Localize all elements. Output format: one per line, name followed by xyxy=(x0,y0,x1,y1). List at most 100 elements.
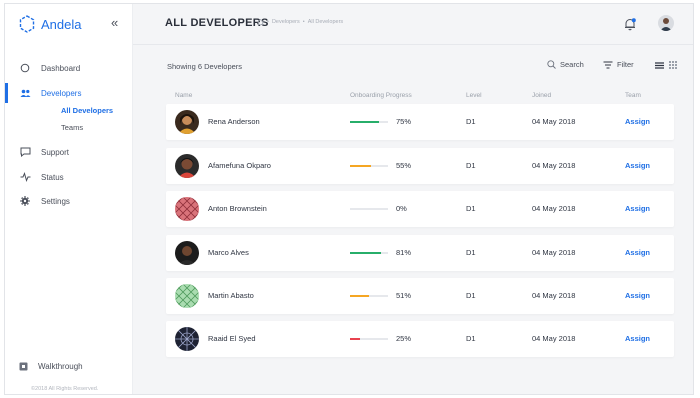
notification-bell-icon[interactable] xyxy=(623,17,637,31)
developer-avatar xyxy=(175,197,199,221)
walkthrough-link[interactable]: Walkthrough xyxy=(5,358,133,374)
sidebar-item-status[interactable]: Status xyxy=(5,167,133,187)
column-header-progress[interactable]: Onboarding Progress xyxy=(350,92,412,99)
walkthrough-icon xyxy=(19,362,28,371)
joined-date: 04 May 2018 xyxy=(532,334,576,343)
progress-percent: 25% xyxy=(396,334,412,343)
joined-date: 04 May 2018 xyxy=(532,291,576,300)
breadcrumb-all-developers[interactable]: All Developers xyxy=(308,19,343,25)
developer-avatar xyxy=(175,327,199,351)
sidebar-item-support[interactable]: Support xyxy=(5,142,133,162)
breadcrumb-separator: • xyxy=(267,19,269,25)
table-row[interactable]: Marco Alves 81% D1 04 May 2018 Assign xyxy=(166,235,674,271)
progress-fill xyxy=(350,121,379,123)
breadcrumb-developers[interactable]: Developers xyxy=(272,19,300,25)
search-icon xyxy=(547,60,556,69)
status-icon xyxy=(19,171,31,183)
column-header-team[interactable]: Team xyxy=(625,92,641,99)
assign-team-link[interactable]: Assign xyxy=(625,291,650,300)
assign-team-link[interactable]: Assign xyxy=(625,204,650,213)
sidebar-item-developers[interactable]: Developers xyxy=(5,83,133,103)
breadcrumb: • Developers • All Developers xyxy=(257,19,343,25)
developer-avatar xyxy=(175,154,199,178)
column-header-joined[interactable]: Joined xyxy=(532,92,551,99)
joined-date: 04 May 2018 xyxy=(532,248,576,257)
sidebar-item-label: Dashboard xyxy=(41,63,81,73)
developer-level: D1 xyxy=(466,117,476,126)
developer-name[interactable]: Rena Anderson xyxy=(208,117,260,126)
progress-bar xyxy=(350,121,388,123)
sidebar-subitem-teams[interactable]: Teams xyxy=(61,123,83,132)
sidebar-item-label: Status xyxy=(41,172,64,182)
developer-name[interactable]: Martin Abasto xyxy=(208,291,254,300)
header-divider xyxy=(133,44,693,45)
people-icon xyxy=(19,87,31,99)
assign-team-link[interactable]: Assign xyxy=(625,248,650,257)
developer-name[interactable]: Raaid El Syed xyxy=(208,334,256,343)
page-title: ALL DEVELOPERS xyxy=(165,17,269,29)
progress-percent: 75% xyxy=(396,117,412,126)
developer-level: D1 xyxy=(466,204,476,213)
developer-level: D1 xyxy=(466,248,476,257)
filter-button[interactable]: Filter xyxy=(603,60,634,69)
sidebar-item-label: Developers xyxy=(41,88,82,98)
progress-percent: 81% xyxy=(396,248,412,257)
developer-name[interactable]: Anton Brownstein xyxy=(208,204,267,213)
app-window: Andela « Dashboard Developers All Develo… xyxy=(4,3,694,395)
brand[interactable]: Andela xyxy=(17,13,81,35)
collapse-sidebar-button[interactable]: « xyxy=(111,14,118,32)
progress-bar xyxy=(350,295,388,297)
progress-bar xyxy=(350,338,388,340)
developer-avatar xyxy=(175,241,199,265)
assign-team-link[interactable]: Assign xyxy=(625,161,650,170)
sidebar-subitem-all-developers[interactable]: All Developers xyxy=(61,106,113,115)
progress-fill xyxy=(350,295,370,297)
assign-team-link[interactable]: Assign xyxy=(625,334,650,343)
progress-fill xyxy=(350,338,360,340)
developer-level: D1 xyxy=(466,334,476,343)
list-view-icon[interactable] xyxy=(655,62,664,69)
home-icon[interactable] xyxy=(257,19,264,25)
progress-bar xyxy=(350,252,388,254)
progress-percent: 0% xyxy=(396,204,407,213)
table-row[interactable]: Martin Abasto 51% D1 04 May 2018 Assign xyxy=(166,278,674,314)
progress-fill xyxy=(350,252,381,254)
circle-icon xyxy=(19,62,31,74)
sidebar-item-label: Settings xyxy=(41,196,70,206)
gear-icon xyxy=(19,195,31,207)
column-header-name[interactable]: Name xyxy=(175,92,192,99)
filter-icon xyxy=(603,60,613,69)
progress-bar xyxy=(350,165,388,167)
walkthrough-label: Walkthrough xyxy=(38,361,83,371)
table-row[interactable]: Rena Anderson 75% D1 04 May 2018 Assign xyxy=(166,104,674,140)
joined-date: 04 May 2018 xyxy=(532,161,576,170)
breadcrumb-separator: • xyxy=(302,19,305,25)
joined-date: 04 May 2018 xyxy=(532,204,576,213)
progress-percent: 55% xyxy=(396,161,412,170)
table-row[interactable]: Afamefuna Okparo 55% D1 04 May 2018 Assi… xyxy=(166,148,674,184)
column-header-level[interactable]: Level xyxy=(466,92,482,99)
user-avatar[interactable] xyxy=(658,15,674,31)
joined-date: 04 May 2018 xyxy=(532,117,576,126)
sidebar-item-settings[interactable]: Settings xyxy=(5,191,133,211)
sidebar: Andela « Dashboard Developers All Develo… xyxy=(5,4,133,394)
table-row[interactable]: Raaid El Syed 25% D1 04 May 2018 Assign xyxy=(166,321,674,357)
chat-icon xyxy=(19,146,31,158)
developer-name[interactable]: Marco Alves xyxy=(208,248,249,257)
sidebar-item-dashboard[interactable]: Dashboard xyxy=(5,58,133,78)
search-button[interactable]: Search xyxy=(547,60,584,69)
search-label: Search xyxy=(560,60,584,69)
developer-level: D1 xyxy=(466,291,476,300)
andela-logo-icon xyxy=(19,15,35,33)
sidebar-item-label: Support xyxy=(41,147,70,157)
progress-fill xyxy=(350,165,371,167)
table-row[interactable]: Anton Brownstein 0% D1 04 May 2018 Assig… xyxy=(166,191,674,227)
developer-name[interactable]: Afamefuna Okparo xyxy=(208,161,271,170)
brand-name: Andela xyxy=(41,16,82,32)
copyright-text: ©2018 All Rights Reserved. xyxy=(31,386,99,392)
assign-team-link[interactable]: Assign xyxy=(625,117,650,126)
developer-avatar xyxy=(175,284,199,308)
grid-view-icon[interactable] xyxy=(669,61,677,69)
developer-avatar xyxy=(175,110,199,134)
developer-count: Showing 6 Developers xyxy=(167,62,243,71)
